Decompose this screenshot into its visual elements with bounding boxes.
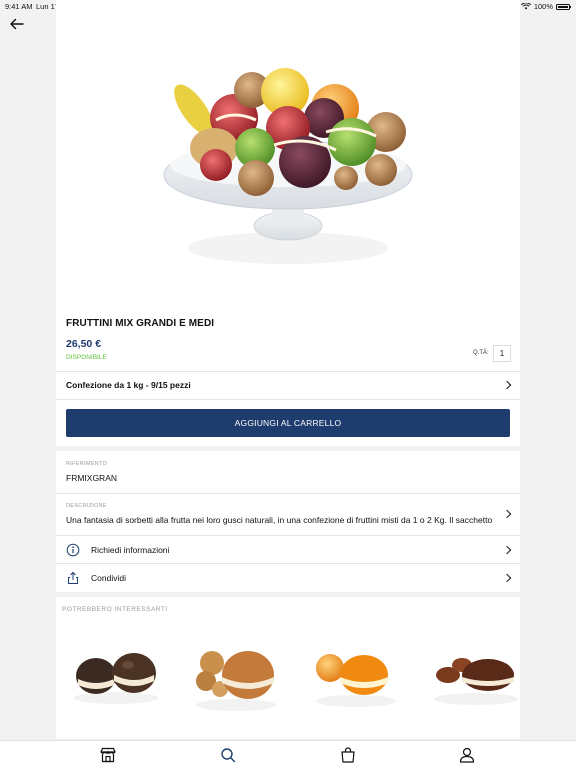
recommended-product-dates[interactable] <box>426 623 526 733</box>
recommended-product-walnut[interactable] <box>186 623 286 733</box>
status-time: 9:41 AM <box>5 2 33 11</box>
recommendations-title: POTREBBERO INTERESSARTI <box>62 606 168 613</box>
quantity-label: Q.TÀ: <box>473 350 489 356</box>
request-info-row[interactable]: Richiedi informazioni <box>56 536 520 564</box>
recommended-product-orange[interactable] <box>306 623 406 733</box>
share-label: Condividi <box>91 573 126 583</box>
product-image <box>163 68 413 264</box>
battery-percent: 100% <box>533 2 553 11</box>
chevron-right-icon <box>502 545 512 555</box>
share-row[interactable]: Condividi <box>56 564 520 592</box>
variant-selector[interactable]: Confezione da 1 kg - 9/15 pezzi <box>56 372 520 399</box>
wifi-icon <box>520 3 531 10</box>
tab-bar <box>0 740 576 768</box>
description-row[interactable]: DESCRIZIONE Una fantasia di sorbetti all… <box>56 494 520 535</box>
user-icon[interactable] <box>457 745 477 765</box>
description-label: DESCRIZIONE <box>66 503 107 509</box>
divider <box>56 399 520 400</box>
chevron-right-icon <box>502 380 512 390</box>
add-to-cart-button[interactable]: AGGIUNGI AL CARRELLO <box>66 409 510 437</box>
availability-status: DISPONIBILE <box>66 354 107 361</box>
search-icon[interactable] <box>218 745 238 765</box>
chevron-right-icon <box>502 509 512 519</box>
product-card: FRUTTINI MIX GRANDI E MEDI 26,50 € DISPO… <box>56 0 520 446</box>
recommendations-section: POTREBBERO INTERESSARTI <box>56 597 520 739</box>
reference-label: RIFERIMENTO <box>66 461 108 467</box>
quantity-input[interactable]: 1 <box>493 345 511 362</box>
info-icon <box>66 543 80 557</box>
store-icon[interactable] <box>98 745 118 765</box>
request-info-label: Richiedi informazioni <box>91 545 170 555</box>
description-value: Una fantasia di sorbetti alla frutta nei… <box>66 515 493 525</box>
arrow-left-icon <box>10 18 24 30</box>
bag-icon[interactable] <box>338 745 358 765</box>
back-button[interactable] <box>9 16 25 32</box>
reference-value: FRMIXGRAN <box>66 473 117 483</box>
battery-icon <box>556 3 571 10</box>
status-right: 100% <box>520 2 571 11</box>
product-price: 26,50 € <box>66 338 102 350</box>
chevron-right-icon <box>502 573 512 583</box>
variant-label: Confezione da 1 kg - 9/15 pezzi <box>66 380 191 390</box>
product-title: FRUTTINI MIX GRANDI E MEDI <box>66 318 215 329</box>
recommended-product-chestnut[interactable] <box>66 623 166 733</box>
details-card: RIFERIMENTO FRMIXGRAN DESCRIZIONE Una fa… <box>56 451 520 592</box>
share-icon <box>68 571 78 584</box>
